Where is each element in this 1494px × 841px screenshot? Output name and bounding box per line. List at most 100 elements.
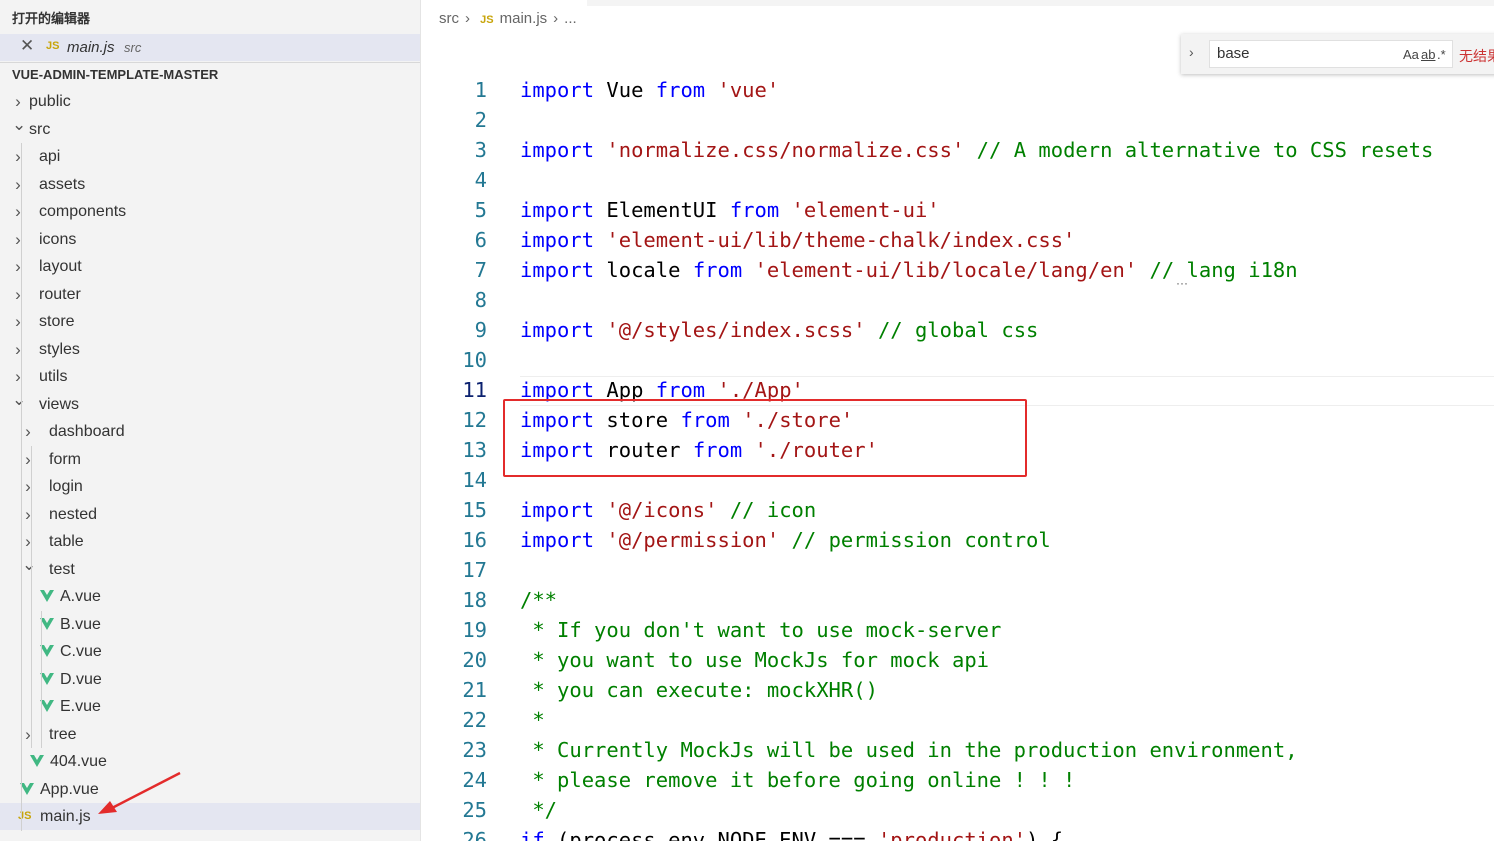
tree-item-layout[interactable]: › layout: [0, 253, 420, 280]
tree-item-router[interactable]: › router: [0, 281, 420, 308]
code-line[interactable]: 2: [421, 105, 1494, 135]
tree-item-a-vue[interactable]: A.vue: [0, 583, 420, 610]
line-number: 8: [474, 288, 487, 312]
tree-item-app-vue[interactable]: App.vue: [0, 776, 420, 803]
breadcrumb-file[interactable]: main.js: [500, 10, 548, 27]
project-header[interactable]: VUE-ADMIN-TEMPLATE-MASTER: [0, 64, 420, 86]
tree-item-d-vue[interactable]: D.vue: [0, 666, 420, 693]
tree-item-label: assets: [39, 175, 86, 193]
tree-item-icons[interactable]: › icons: [0, 226, 420, 253]
tree-item-components[interactable]: › components: [0, 198, 420, 225]
tree-item-api[interactable]: › api: [0, 143, 420, 170]
tree-item-b-vue[interactable]: B.vue: [0, 611, 420, 638]
close-icon[interactable]: ✕: [20, 36, 34, 56]
match-case-toggle[interactable]: Aa: [1403, 47, 1419, 62]
tree-item-nested[interactable]: › nested: [0, 501, 420, 528]
chevron-right-icon[interactable]: ›: [22, 721, 34, 748]
code-line[interactable]: 4: [421, 165, 1494, 195]
tree-item-label: components: [39, 203, 127, 220]
code-token-str: 'normalize.css/normalize.css': [606, 138, 965, 162]
code-token-kw: from: [692, 258, 743, 282]
chevron-right-icon[interactable]: ›: [12, 143, 24, 170]
open-editor-main-js[interactable]: ✕ JS main.js src: [0, 34, 420, 61]
chevron-right-icon[interactable]: ›: [12, 336, 24, 363]
code-line[interactable]: 5 import ElementUI from 'element-ui': [421, 195, 1494, 225]
chevron-right-icon[interactable]: ›: [12, 226, 24, 253]
code-token-cm: * you want to use MockJs for mock api: [520, 648, 989, 672]
code-token-cm: // icon: [729, 498, 817, 522]
line-number: 26: [462, 828, 487, 841]
code-line[interactable]: 19 * If you don't want to use mock-serve…: [421, 615, 1494, 645]
line-number: 19: [462, 618, 487, 642]
code-line[interactable]: 20 * you want to use MockJs for mock api: [421, 645, 1494, 675]
tree-item-label: App.vue: [40, 780, 99, 798]
chevron-right-icon[interactable]: ›: [22, 501, 34, 528]
tree-item-label: tree: [49, 725, 77, 743]
code-line[interactable]: 1 import Vue from 'vue': [421, 75, 1494, 105]
code-line[interactable]: 26 if (process.env.NODE_ENV === 'producti…: [421, 825, 1494, 841]
code-line[interactable]: 22 *: [421, 705, 1494, 735]
code-line[interactable]: 9 import '@/styles/index.scss' // global …: [421, 315, 1494, 345]
explorer-sidebar: 打开的编辑器 ✕ JS main.js src VUE-ADMIN-TEMPLA…: [0, 0, 421, 841]
line-number: 10: [462, 348, 487, 372]
tree-item-tree[interactable]: › tree: [0, 721, 420, 748]
code-line[interactable]: 25 */: [421, 795, 1494, 825]
tree-item-utils[interactable]: › utils: [0, 363, 420, 390]
tree-item-label: icons: [39, 230, 77, 248]
chevron-right-icon[interactable]: ›: [12, 308, 24, 335]
code-line[interactable]: 21 * you can execute: mockXHR(): [421, 675, 1494, 705]
whole-word-toggle[interactable]: ab: [1421, 47, 1435, 62]
chevron-right-icon[interactable]: ›: [1189, 44, 1194, 60]
line-number: 21: [462, 678, 487, 702]
tree-item-assets[interactable]: › assets: [0, 171, 420, 198]
tree-item-main-js[interactable]: JS main.js: [0, 803, 420, 830]
chevron-down-icon[interactable]: ⌄: [12, 111, 26, 138]
breadcrumb-folder[interactable]: src: [439, 10, 459, 27]
chevron-down-icon[interactable]: ⌄: [22, 551, 36, 578]
tree-item-public[interactable]: › public: [0, 88, 420, 115]
code-line[interactable]: 24 * please remove it before going onlin…: [421, 765, 1494, 795]
tree-item-views[interactable]: ⌄ views: [0, 390, 420, 418]
code-line[interactable]: 7 import locale from 'element-ui/lib/loca…: [421, 255, 1494, 285]
tree-item-c-vue[interactable]: C.vue: [0, 638, 420, 665]
tree-item-src[interactable]: ⌄ src: [0, 115, 420, 143]
open-editors-header[interactable]: 打开的编辑器: [0, 8, 420, 30]
tree-item-label: dashboard: [49, 423, 125, 440]
chevron-right-icon[interactable]: ›: [12, 281, 24, 308]
line-number: 20: [462, 648, 487, 672]
tree-item-login[interactable]: › login: [0, 473, 420, 500]
vue-file-icon: [30, 755, 44, 767]
code-line[interactable]: 6 import 'element-ui/lib/theme-chalk/inde…: [421, 225, 1494, 255]
code-line[interactable]: 18 /**: [421, 585, 1494, 615]
tree-item-404-vue[interactable]: 404.vue: [0, 748, 420, 775]
chevron-right-icon[interactable]: ›: [22, 418, 34, 445]
code-line[interactable]: 10: [421, 345, 1494, 375]
tree-item-test[interactable]: ⌄ test: [0, 555, 420, 583]
code-line[interactable]: 17: [421, 555, 1494, 585]
code-token-tx: [594, 228, 606, 252]
code-token-kw: from: [729, 198, 780, 222]
tree-item-styles[interactable]: › styles: [0, 336, 420, 363]
code-line[interactable]: 23 * Currently MockJs will be used in th…: [421, 735, 1494, 765]
code-line[interactable]: 16 import '@/permission' // permission co…: [421, 525, 1494, 555]
chevron-right-icon[interactable]: ›: [22, 473, 34, 500]
line-number: 9: [474, 318, 487, 342]
chevron-down-icon[interactable]: ⌄: [12, 386, 26, 413]
tree-item-form[interactable]: › form: [0, 446, 420, 473]
tree-item-table[interactable]: › table: [0, 528, 420, 555]
tree-item-label: public: [29, 93, 71, 110]
code-text: * you want to use MockJs for mock api: [520, 645, 989, 675]
tree-item-e-vue[interactable]: E.vue: [0, 693, 420, 720]
chevron-right-icon[interactable]: ›: [22, 446, 34, 473]
chevron-right-icon[interactable]: ›: [12, 171, 24, 198]
code-line[interactable]: 8: [421, 285, 1494, 315]
code-line[interactable]: 3 import 'normalize.css/normalize.css' //…: [421, 135, 1494, 165]
code-line[interactable]: 15 import '@/icons' // icon: [421, 495, 1494, 525]
chevron-right-icon[interactable]: ›: [12, 253, 24, 280]
regex-toggle[interactable]: .*: [1437, 47, 1446, 62]
tree-item-store[interactable]: › store: [0, 308, 420, 335]
chevron-right-icon[interactable]: ›: [12, 198, 24, 225]
tree-item-dashboard[interactable]: › dashboard: [0, 418, 420, 445]
code-token-tx: [705, 78, 717, 102]
breadcrumb-more[interactable]: ...: [564, 10, 577, 27]
